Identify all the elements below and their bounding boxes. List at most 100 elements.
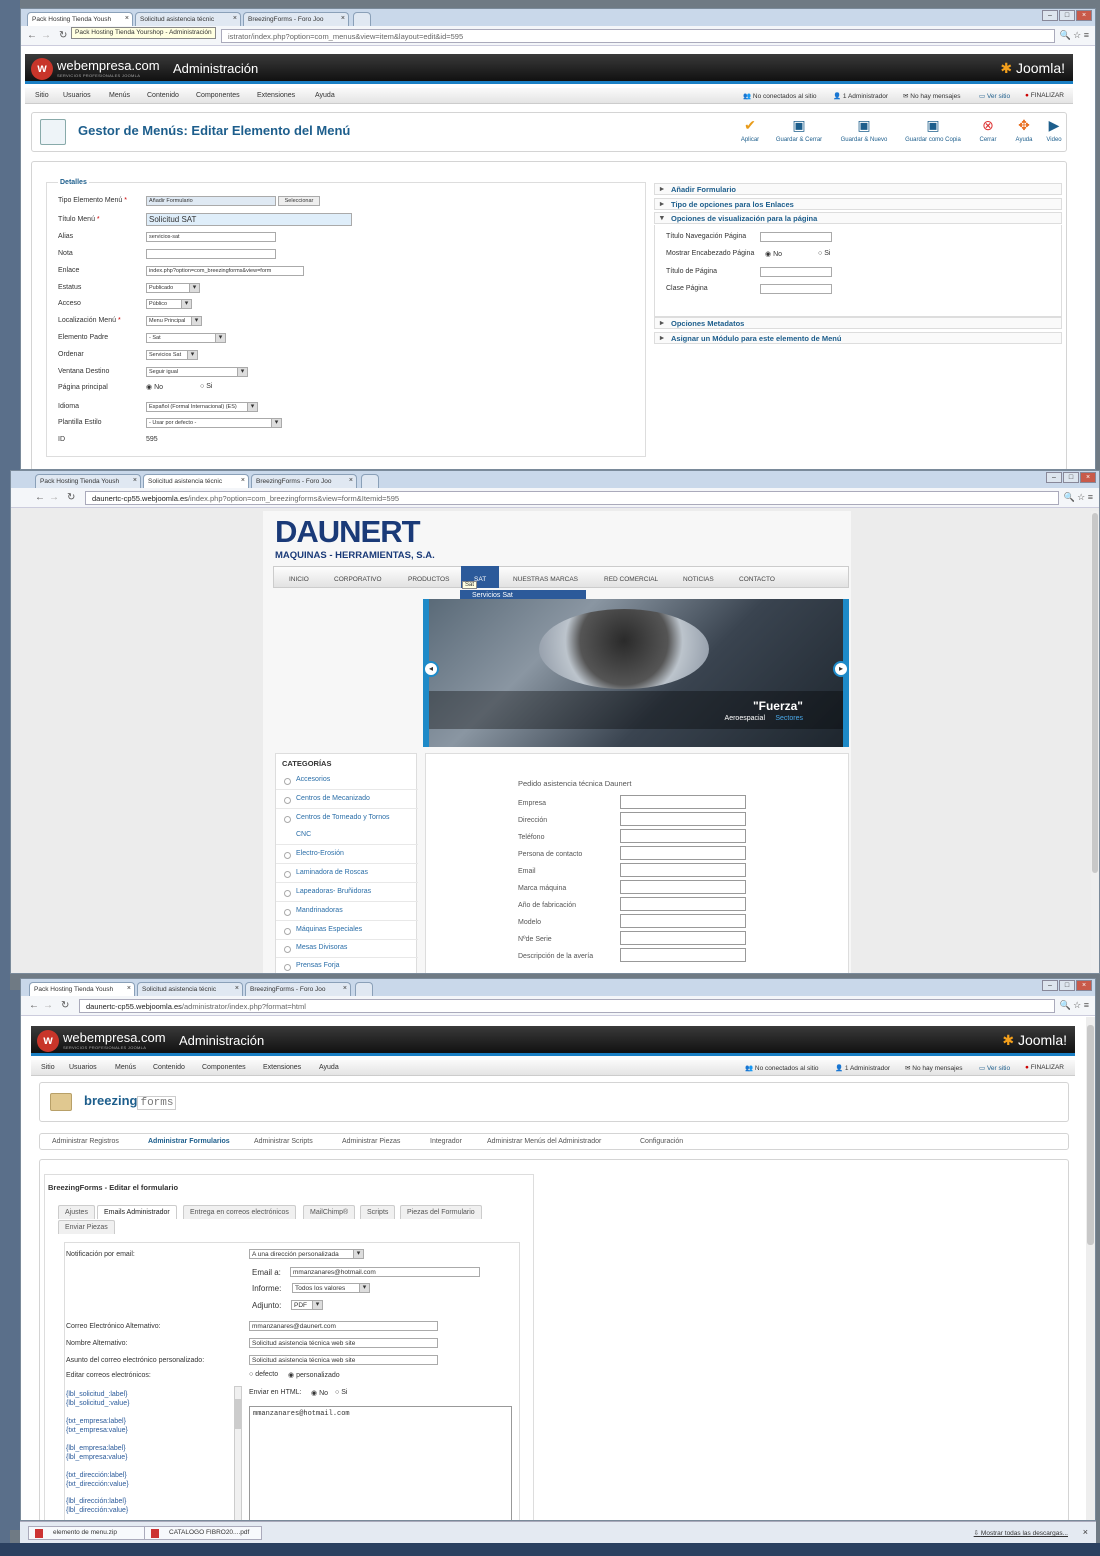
tab-configuracion[interactable]: Configuración	[640, 1138, 683, 1145]
close-downloads-icon[interactable]: ×	[1083, 1527, 1088, 1537]
tab-breezing[interactable]: BreezingForms - Foro Joo ×	[251, 474, 357, 488]
forward-icon[interactable]: →	[41, 30, 51, 41]
menu-menus[interactable]: Menús	[109, 92, 130, 99]
tab-solicitud[interactable]: Solicitud asistencia técnic ×	[143, 474, 249, 488]
accordion-add-form[interactable]: Añadir Formulario	[654, 183, 1062, 195]
select-button[interactable]: Seleccionar	[278, 196, 320, 206]
send-html-no-radio[interactable]: ◉ No	[311, 1389, 328, 1397]
close-icon[interactable]: ×	[125, 15, 129, 22]
close-icon[interactable]: ×	[127, 985, 131, 992]
logout-link[interactable]: ● FINALIZAR	[1025, 1064, 1064, 1071]
note-input[interactable]	[146, 249, 276, 259]
tab-solicitud[interactable]: Solicitud asistencia técnic ×	[135, 12, 241, 26]
status-admins[interactable]: 👤 1 Administrador	[835, 1064, 890, 1072]
category-prensas-forja[interactable]: Prensas Forja	[276, 958, 418, 973]
subtab-emails-admin[interactable]: Emails Administrador	[97, 1205, 177, 1219]
accordion-link-type[interactable]: Tipo de opciones para los Enlaces	[654, 198, 1062, 210]
help-button[interactable]: ✥ Ayuda	[1008, 117, 1040, 143]
parent-select[interactable]: - Sat	[146, 333, 226, 343]
reload-icon[interactable]: ↻	[67, 492, 75, 503]
category-laminadora[interactable]: Laminadora de Roscas	[276, 865, 418, 883]
video-button[interactable]: ▶ Video	[1038, 117, 1070, 143]
minimize-icon[interactable]: –	[1042, 980, 1058, 991]
nav-productos[interactable]: PRODUCTOS	[408, 576, 449, 583]
accordion-metadata[interactable]: Opciones Metadatos	[654, 317, 1062, 329]
save-copy-button[interactable]: ▣ Guardar como Copia	[898, 117, 968, 143]
zoom-star-menu-icons[interactable]: 🔍 ☆ ≡	[1059, 30, 1089, 41]
input-marca[interactable]	[620, 880, 746, 894]
target-select[interactable]: Seguir igual	[146, 367, 248, 377]
input-ano[interactable]	[620, 897, 746, 911]
input-empresa[interactable]	[620, 795, 746, 809]
slider-prev-icon[interactable]: ◂	[423, 661, 439, 677]
token-txt-direccion[interactable]: {txt_dirección:label} {txt_dirección:val…	[66, 1471, 129, 1489]
tab-solicitud[interactable]: Solicitud asistencia técnic ×	[137, 982, 243, 996]
url-input[interactable]: istrator/index.php?option=com_menus&view…	[221, 29, 1055, 43]
menu-menus[interactable]: Menús	[115, 1064, 136, 1071]
order-select[interactable]: Servicios Sat	[146, 350, 198, 360]
menu-ayuda[interactable]: Ayuda	[319, 1064, 339, 1071]
maximize-icon[interactable]: □	[1059, 980, 1075, 991]
category-mandrinadoras[interactable]: Mandrinadoras	[276, 903, 418, 921]
tab-admin-scripts[interactable]: Administrar Scripts	[254, 1138, 313, 1145]
zoom-star-menu-icons[interactable]: 🔍 ☆ ≡	[1059, 1000, 1089, 1011]
reload-icon[interactable]: ↻	[59, 30, 67, 41]
report-select[interactable]: Todos los valores	[292, 1283, 370, 1293]
subtab-mailchimp[interactable]: MailChimp®	[303, 1205, 356, 1219]
status-admins[interactable]: 👤 1 Administrador	[833, 92, 888, 100]
tab-admin-piezas[interactable]: Administrar Piezas	[342, 1138, 400, 1145]
style-select[interactable]: - Usar por defecto -	[146, 418, 282, 428]
category-electro-erosion[interactable]: Electro-Erosión	[276, 846, 418, 864]
lang-select[interactable]: Español (Formal Internacional) (ES)	[146, 402, 258, 412]
input-serie[interactable]	[620, 931, 746, 945]
nav-marcas[interactable]: NUESTRAS MARCAS	[513, 576, 578, 583]
show-heading-si-radio[interactable]: ○ Si	[818, 250, 830, 257]
forward-icon[interactable]: →	[49, 492, 59, 503]
scrollbar-thumb[interactable]	[235, 1399, 241, 1429]
nav-corporativo[interactable]: CORPORATIVO	[334, 576, 382, 583]
subtab-scripts[interactable]: Scripts	[360, 1205, 396, 1219]
email-to-input[interactable]: mmanzanares@hotmail.com	[290, 1267, 480, 1277]
menu-sitio[interactable]: Sitio	[41, 1064, 55, 1071]
edit-default-radio[interactable]: ○ defecto	[249, 1371, 278, 1378]
scrollbar[interactable]	[1091, 511, 1099, 973]
alias-input[interactable]: servicios-sat	[146, 232, 276, 242]
token-txt-empresa[interactable]: {txt_empresa:label} {txt_empresa:value}	[66, 1417, 128, 1435]
status-not-connected[interactable]: 👥 No conectados al sitio	[743, 92, 817, 100]
tab-admin-registros[interactable]: Administrar Registros	[52, 1138, 119, 1145]
forward-icon[interactable]: →	[43, 1000, 53, 1011]
logout-link[interactable]: ● FINALIZAR	[1025, 92, 1064, 99]
show-all-downloads-link[interactable]: ⇩ Mostrar todas las descargas...	[974, 1529, 1068, 1537]
maximize-icon[interactable]: □	[1063, 472, 1079, 483]
show-heading-no-radio[interactable]: ◉ No	[765, 250, 782, 258]
input-direccion[interactable]	[620, 812, 746, 826]
accordion-module[interactable]: Asignar un Módulo para este elemento de …	[654, 332, 1062, 344]
attach-select[interactable]: PDF	[291, 1300, 323, 1310]
new-tab-button[interactable]	[353, 12, 371, 26]
status-messages[interactable]: ✉ No hay mensajes	[903, 92, 961, 100]
input-email[interactable]	[620, 863, 746, 877]
status-messages[interactable]: ✉ No hay mensajes	[905, 1064, 963, 1072]
page-title-input[interactable]	[760, 267, 832, 277]
tab-pack-hosting[interactable]: Pack Hosting Tienda Yoush ×	[27, 12, 133, 26]
token-solicitud[interactable]: {lbl_solicitud_:label} {lbl_solicitud_:v…	[66, 1390, 129, 1408]
status-not-connected[interactable]: 👥 No conectados al sitio	[745, 1064, 819, 1072]
slide-sectors-link[interactable]: Sectores	[775, 715, 803, 722]
menu-usuarios[interactable]: Usuarios	[69, 1064, 97, 1071]
input-descripcion[interactable]	[620, 948, 746, 962]
view-site-link[interactable]: ▭ Ver sitio	[979, 92, 1010, 100]
close-icon[interactable]: ×	[343, 985, 347, 992]
back-icon[interactable]: ←	[29, 1000, 39, 1011]
nav-red-comercial[interactable]: RED COMERCIAL	[604, 576, 658, 583]
home-no-radio[interactable]: ◉ No	[146, 383, 163, 391]
notif-select[interactable]: A una dirección personalizada	[249, 1249, 364, 1259]
slider-next-icon[interactable]: ▸	[833, 661, 849, 677]
save-new-button[interactable]: ▣ Guardar & Nuevo	[832, 117, 896, 143]
scrollbar-thumb[interactable]	[1092, 513, 1098, 873]
close-icon[interactable]: ×	[241, 477, 245, 484]
access-select[interactable]: Público	[146, 299, 192, 309]
menu-usuarios[interactable]: Usuarios	[63, 92, 91, 99]
maximize-icon[interactable]: □	[1059, 10, 1075, 21]
menu-componentes[interactable]: Componentes	[196, 92, 240, 99]
subtab-piezas-formulario[interactable]: Piezas del Formulario	[400, 1205, 482, 1219]
